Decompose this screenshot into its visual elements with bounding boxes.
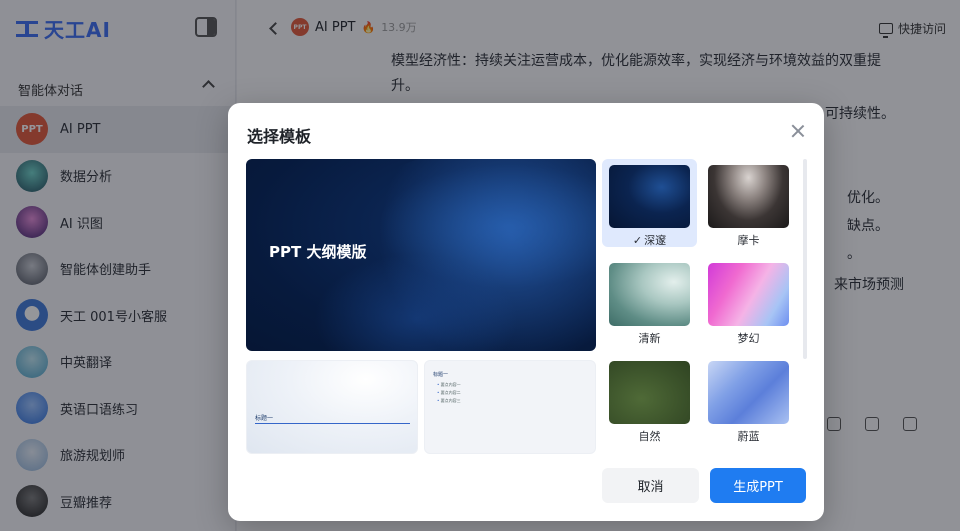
template-card-deep[interactable]: ✓ 深邃	[602, 159, 697, 247]
template-card-mocha[interactable]: 摩卡	[701, 159, 796, 247]
template-name: 摩卡	[737, 234, 760, 247]
slide-bullet: 要点内容二	[437, 389, 461, 397]
preview-slide-content: 标题一 要点内容一 要点内容二 要点内容三	[424, 360, 596, 454]
preview-slide-cover: 标题一	[246, 360, 418, 454]
template-name: 梦幻	[737, 332, 760, 345]
cancel-button[interactable]: 取消	[602, 468, 699, 503]
template-name: 自然	[638, 430, 661, 443]
template-thumbnail	[609, 165, 690, 228]
template-preview: PPT 大纲模版	[246, 159, 596, 351]
slide-bullet: 要点内容三	[437, 397, 461, 405]
close-icon[interactable]	[790, 123, 806, 139]
check-icon: ✓	[632, 234, 643, 247]
generate-ppt-button[interactable]: 生成PPT	[710, 468, 806, 503]
slide-heading: 标题一	[255, 415, 274, 422]
template-card-dream[interactable]: 梦幻	[701, 257, 796, 345]
template-name: 蔚蓝	[737, 430, 760, 443]
template-card-azure[interactable]: 蔚蓝	[701, 355, 796, 443]
template-name: 清新	[638, 332, 661, 345]
slide-bullet: 要点内容一	[437, 381, 461, 389]
template-thumbnail	[609, 361, 690, 424]
template-grid: ✓ 深邃 摩卡 清新 梦幻 自然 蔚蓝	[602, 159, 812, 455]
template-thumbnail	[708, 361, 789, 424]
template-scrollbar[interactable]	[803, 159, 807, 359]
template-thumbnail	[708, 165, 789, 228]
preview-title: PPT 大纲模版	[269, 243, 367, 261]
template-thumbnail	[708, 263, 789, 326]
dialog-title: 选择模板	[247, 127, 312, 146]
template-card-nature[interactable]: 自然	[602, 355, 697, 443]
slide-heading: 标题一	[433, 372, 449, 378]
template-thumbnail	[609, 263, 690, 326]
template-card-fresh[interactable]: 清新	[602, 257, 697, 345]
template-dialog: 选择模板 PPT 大纲模版 标题一 标题一 要点内容一 要点内容二 要点内容三 …	[228, 103, 824, 521]
template-name: 深邃	[644, 234, 667, 247]
